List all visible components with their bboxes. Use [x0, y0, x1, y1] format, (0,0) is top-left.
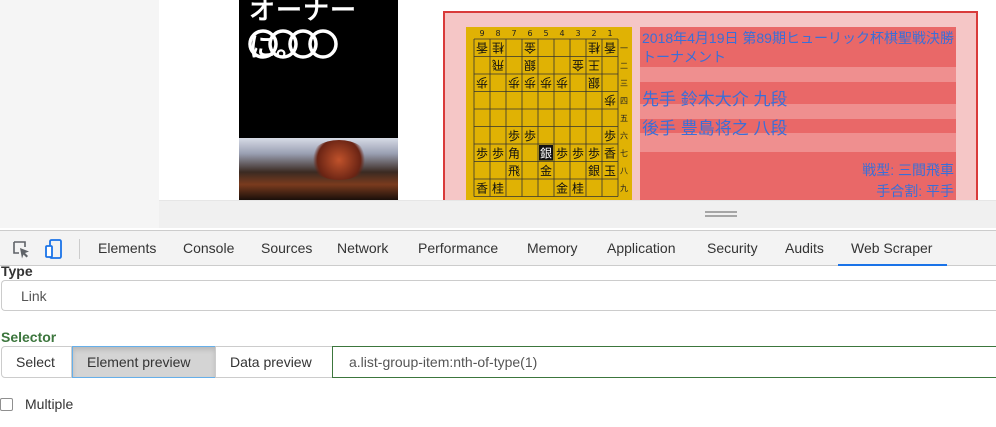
file-label: 4: [559, 29, 564, 38]
devtools-tab-bar: Elements Console Sources Network Perform…: [0, 230, 996, 266]
shogi-piece: 歩: [524, 128, 536, 143]
page-left-gutter: [0, 0, 159, 228]
shogi-piece: 香: [476, 40, 488, 54]
tab-memory[interactable]: Memory: [527, 240, 578, 256]
page-viewport: オーナーに。 987654321一二三四五六七八九香桂金桂香飛銀金王歩歩歩歩歩銀…: [0, 0, 996, 228]
shogi-piece: 王: [588, 58, 600, 72]
kifu-title-link[interactable]: 2018年4月19日 第89期ヒューリック杯棋聖戦決勝トーナメント: [642, 29, 954, 67]
rank-label: 八: [620, 166, 628, 175]
shogi-piece: 飛: [492, 58, 504, 72]
file-label: 8: [495, 29, 500, 38]
select-button[interactable]: Select: [1, 346, 72, 378]
tab-security[interactable]: Security: [707, 240, 758, 256]
multiple-label: Multiple: [25, 396, 74, 412]
tab-network[interactable]: Network: [337, 240, 388, 256]
viewport-footer: [159, 200, 996, 228]
rank-label: 五: [620, 114, 628, 123]
banner-ad[interactable]: オーナーに。: [239, 0, 398, 200]
file-label: 9: [479, 29, 484, 38]
file-label: 1: [607, 29, 612, 38]
tab-console[interactable]: Console: [183, 240, 234, 256]
file-label: 6: [527, 29, 532, 38]
shogi-piece: 香: [604, 146, 616, 160]
shogi-piece: 歩: [476, 75, 488, 90]
device-toolbar-icon[interactable]: [44, 239, 64, 259]
gote-player[interactable]: 後手 豊島将之 八段: [642, 114, 787, 139]
tab-elements[interactable]: Elements: [98, 240, 156, 256]
four-rings-logo-icon: [248, 29, 338, 59]
rank-label: 六: [620, 130, 628, 140]
rank-label: 二: [620, 61, 628, 70]
multiple-checkbox[interactable]: [0, 398, 13, 411]
type-label: Type: [1, 263, 33, 279]
teai-label: 手合割: 平手: [876, 183, 954, 199]
selector-label: Selector: [1, 329, 57, 345]
kifu-highlight-box[interactable]: 987654321一二三四五六七八九香桂金桂香飛銀金王歩歩歩歩歩銀歩歩歩歩歩歩角…: [443, 11, 978, 201]
file-label: 5: [543, 29, 548, 38]
shogi-piece: 歩: [540, 75, 552, 90]
shogi-piece: 歩: [572, 145, 584, 160]
shogi-piece: 銀: [588, 164, 600, 178]
shogi-board-diagram: 9 8 7 6 5 4 3 2 1一二三四五六七八九香桂金桂香飛銀金王歩歩歩歩歩銀歩歩歩歩歩歩角…: [473, 29, 628, 197]
tab-performance[interactable]: Performance: [418, 240, 498, 256]
selector-input[interactable]: a.list-group-item:nth-of-type(1): [332, 346, 996, 378]
ad-photo-tree: [309, 140, 369, 180]
inspect-element-icon[interactable]: [11, 239, 31, 259]
rank-label: 九: [620, 184, 628, 193]
shogi-piece: 銀: [540, 146, 552, 160]
shogi-piece: 歩: [588, 145, 600, 160]
shogi-piece: 歩: [604, 93, 616, 108]
shogi-piece: 金: [524, 40, 536, 55]
file-label: 2: [591, 29, 596, 38]
rank-label: 一: [620, 44, 628, 53]
tab-application[interactable]: Application: [607, 240, 676, 256]
shogi-piece: 香: [604, 40, 616, 54]
data-preview-button[interactable]: Data preview: [215, 346, 333, 378]
rank-label: 七: [620, 149, 628, 158]
senkei-label: 戦型: 三間飛車: [862, 162, 954, 178]
tab-audits[interactable]: Audits: [785, 240, 824, 256]
rank-label: 三: [620, 79, 628, 88]
shogi-piece: 桂: [572, 180, 584, 195]
shogi-piece: 金: [540, 163, 552, 178]
file-label: 7: [511, 29, 516, 38]
info-band: [640, 67, 956, 82]
sente-player[interactable]: 先手 鈴木大介 九段: [642, 85, 787, 110]
shogi-piece: 歩: [524, 75, 536, 90]
tab-sources[interactable]: Sources: [261, 240, 312, 256]
shogi-piece: 歩: [492, 145, 504, 160]
shogi-piece: 銀: [524, 58, 536, 72]
shogi-piece: 金: [572, 58, 584, 73]
shogi-piece: 歩: [476, 145, 488, 160]
file-label: 3: [575, 29, 580, 38]
shogi-piece: 歩: [604, 128, 616, 143]
type-select[interactable]: Link: [1, 280, 996, 311]
shogi-piece: 香: [476, 181, 488, 195]
tab-web-scraper[interactable]: Web Scraper: [851, 240, 932, 256]
shogi-piece: 角: [508, 146, 520, 160]
shogi-piece: 歩: [508, 75, 520, 90]
kifu-info: 2018年4月19日 第89期ヒューリック杯棋聖戦決勝トーナメント 先手 鈴木大…: [640, 27, 956, 201]
shogi-piece: 歩: [556, 145, 568, 160]
shogi-piece: 金: [556, 180, 568, 195]
web-scraper-panel: Type Link Selector Select Element previe…: [0, 263, 996, 427]
shogi-piece: 歩: [556, 75, 568, 90]
shogi-piece: 玉: [604, 164, 616, 178]
drawer-resize-handle[interactable]: [705, 211, 737, 219]
rank-label: 四: [620, 96, 628, 105]
element-preview-button[interactable]: Element preview: [72, 346, 216, 378]
shogi-piece: 銀: [588, 75, 600, 89]
shogi-piece: 桂: [492, 40, 504, 55]
shogi-piece: 桂: [492, 180, 504, 195]
shogi-piece: 桂: [588, 40, 600, 55]
toolbar-divider: [79, 239, 80, 259]
shogi-board[interactable]: 987654321一二三四五六七八九香桂金桂香飛銀金王歩歩歩歩歩銀歩歩歩歩歩歩角…: [466, 27, 632, 201]
shogi-piece: 飛: [508, 164, 520, 178]
shogi-piece: 歩: [508, 128, 520, 143]
